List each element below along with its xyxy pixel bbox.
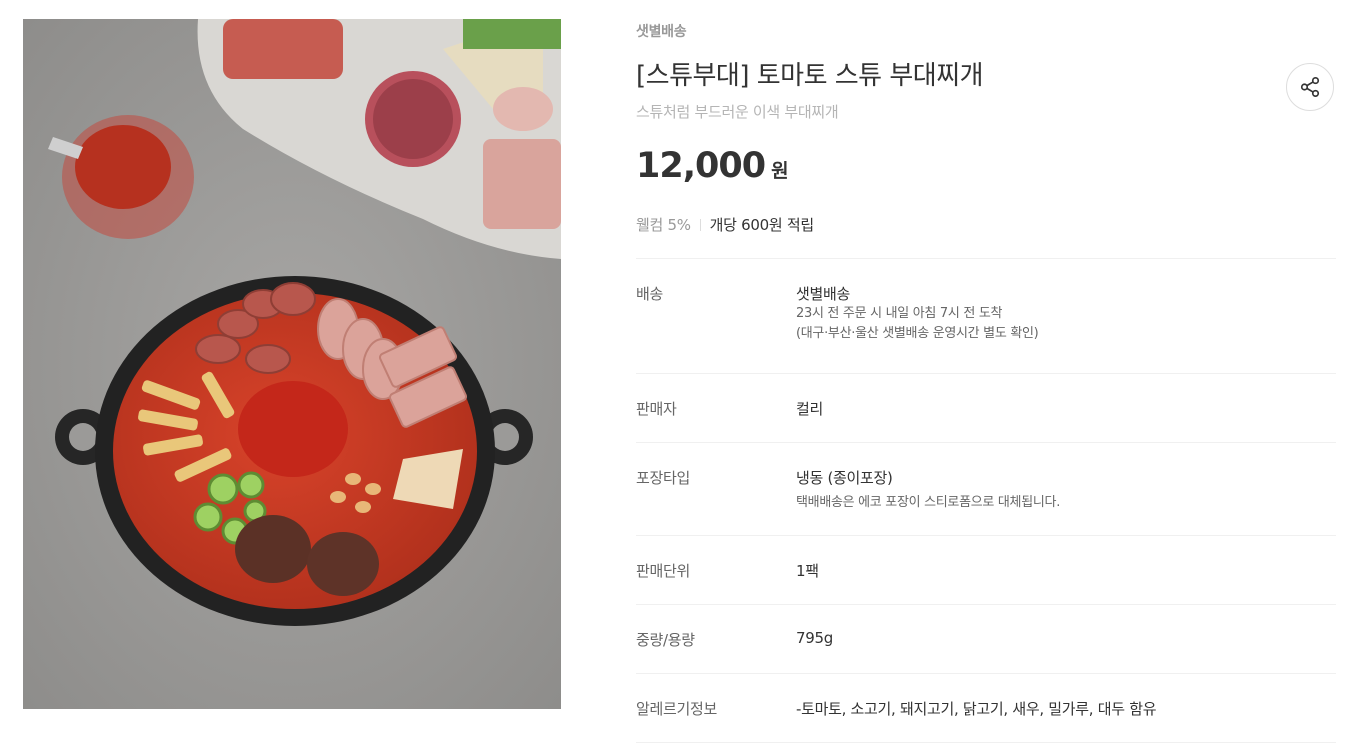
detail-label: 판매자 [636, 400, 677, 418]
detail-value-sub: (대구·부산·울산 샛별배송 운영시간 별도 확인) [796, 326, 1039, 341]
detail-value: 1팩 [796, 536, 1336, 604]
product-subtitle: 스튜처럼 부드러운 이색 부대찌개 [636, 103, 839, 121]
product-image [23, 19, 561, 709]
detail-row-weight: 중량/용량 795g [636, 605, 1336, 674]
detail-label: 중량/용량 [636, 631, 695, 649]
price: 12,000 원 [636, 146, 789, 186]
delivery-badge: 샛별배송 [636, 24, 687, 40]
detail-value-main: 컬리 [796, 400, 824, 418]
detail-value-main: 냉동 (종이포장) [796, 469, 893, 487]
detail-value-main: 795g [796, 629, 833, 647]
detail-value: 냉동 (종이포장) 택배배송은 에코 포장이 스티로폼으로 대체됩니다. [796, 443, 1336, 535]
share-button[interactable] [1286, 63, 1334, 111]
reward-points: 웰컴 5% 개당 600원 적립 [636, 214, 814, 235]
detail-value: 샛별배송 23시 전 주문 시 내일 아침 7시 전 도착 (대구·부산·울산 … [796, 259, 1336, 373]
detail-value-main: -토마토, 소고기, 돼지고기, 닭고기, 새우, 밀가루, 대두 함유 [796, 700, 1157, 718]
detail-label: 배송 [636, 285, 664, 303]
welcome-rate: 웰컴 5% [636, 216, 691, 234]
product-detail-table: 배송 샛별배송 23시 전 주문 시 내일 아침 7시 전 도착 (대구·부산·… [636, 258, 1336, 743]
detail-value-sub: 23시 전 주문 시 내일 아침 7시 전 도착 [796, 306, 1003, 321]
detail-value: 컬리 [796, 374, 1336, 442]
detail-row-unit: 판매단위 1팩 [636, 536, 1336, 605]
detail-label: 판매단위 [636, 562, 691, 580]
detail-label: 포장타입 [636, 469, 691, 487]
detail-value: -토마토, 소고기, 돼지고기, 닭고기, 새우, 밀가루, 대두 함유 [796, 674, 1336, 742]
detail-value: 795g [796, 605, 1336, 673]
detail-row-packaging: 포장타입 냉동 (종이포장) 택배배송은 에코 포장이 스티로폼으로 대체됩니다… [636, 443, 1336, 536]
price-value: 12,000 [636, 146, 766, 186]
detail-row-seller: 판매자 컬리 [636, 374, 1336, 443]
detail-row-delivery: 배송 샛별배송 23시 전 주문 시 내일 아침 7시 전 도착 (대구·부산·… [636, 259, 1336, 374]
product-title: [스튜부대] 토마토 스튜 부대찌개 [636, 61, 984, 91]
share-icon [1300, 77, 1320, 97]
detail-row-allergy: 알레르기정보 -토마토, 소고기, 돼지고기, 닭고기, 새우, 밀가루, 대두… [636, 674, 1336, 743]
divider [699, 219, 701, 231]
price-unit: 원 [771, 160, 789, 182]
detail-value-main: 1팩 [796, 562, 819, 580]
reward-amount: 개당 600원 적립 [709, 216, 814, 234]
detail-value-main: 샛별배송 [796, 285, 851, 303]
detail-value-sub: 택배배송은 에코 포장이 스티로폼으로 대체됩니다. [796, 495, 1061, 510]
detail-label: 알레르기정보 [636, 700, 718, 718]
